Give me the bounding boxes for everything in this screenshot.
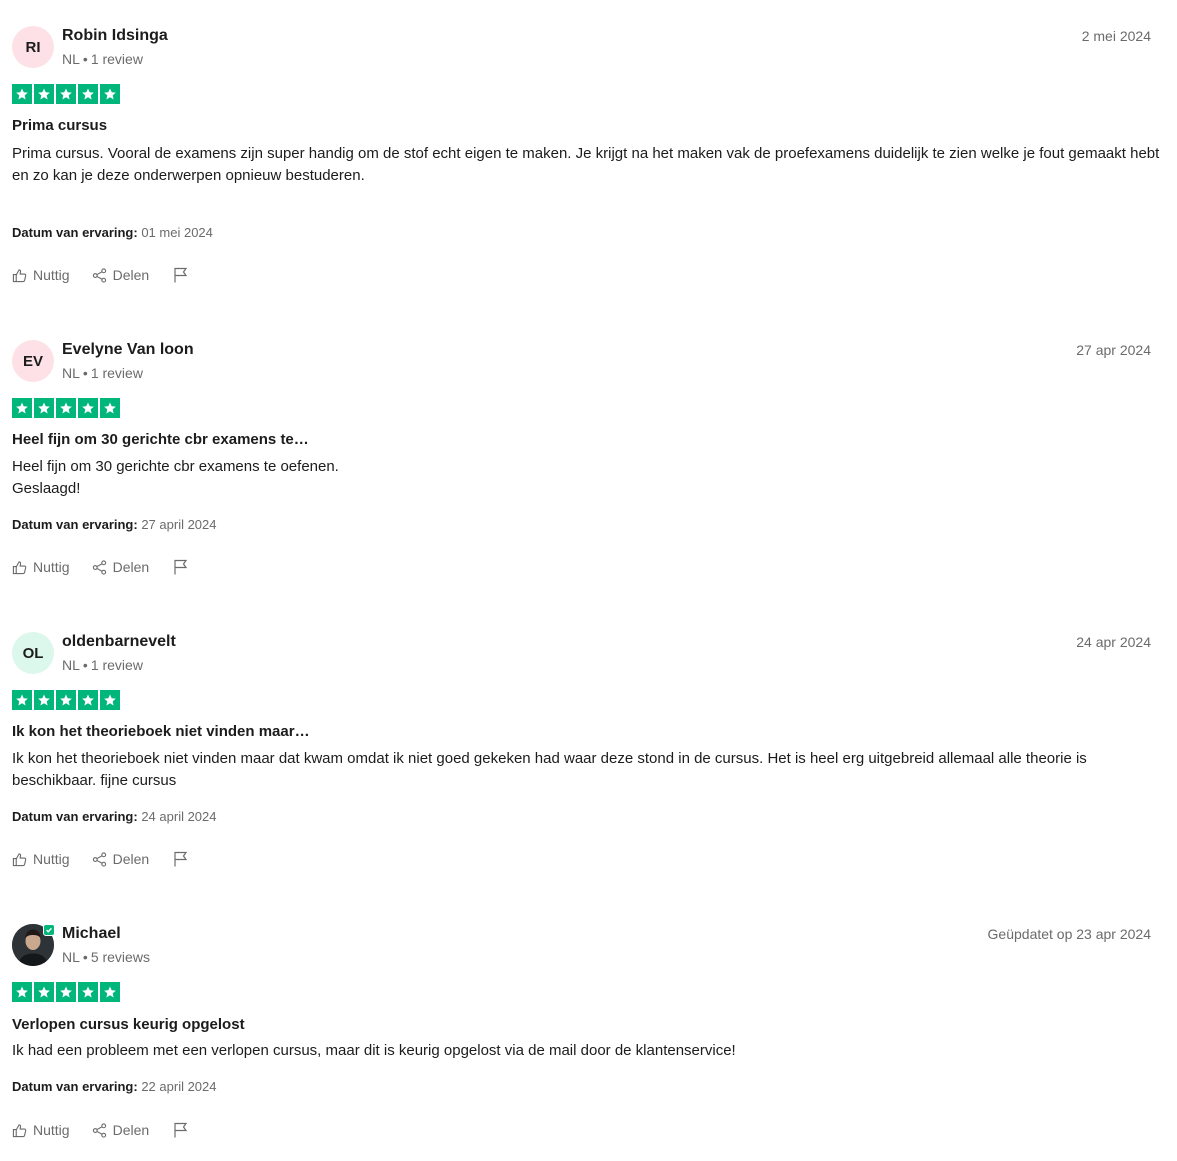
review-actions: Nuttig Delen <box>12 849 188 869</box>
helpful-button[interactable]: Nuttig <box>12 559 70 575</box>
share-button[interactable]: Delen <box>92 851 149 867</box>
report-flag-button[interactable] <box>173 1122 188 1138</box>
review-actions: Nuttig Delen <box>12 1120 188 1140</box>
review-date: 24 apr 2024 <box>1076 634 1151 650</box>
reviewer-meta: NL • 1 review <box>62 365 143 381</box>
star-icon <box>56 690 76 710</box>
star-icon <box>12 690 32 710</box>
star-icon <box>78 690 98 710</box>
star-icon <box>100 398 120 418</box>
star-rating <box>12 982 120 1002</box>
reviewer-name[interactable]: Robin Idsinga <box>62 27 168 45</box>
avatar[interactable]: RI <box>12 26 54 68</box>
review-title[interactable]: Verlopen cursus keurig opgelost <box>12 1016 245 1033</box>
review-body: Prima cursus. Vooral de examens zijn sup… <box>12 145 1160 184</box>
star-icon <box>34 982 54 1002</box>
star-icon <box>56 982 76 1002</box>
flag-icon <box>174 267 188 283</box>
thumbs-up-icon <box>12 268 27 282</box>
helpful-button[interactable]: Nuttig <box>12 267 70 283</box>
star-icon <box>100 690 120 710</box>
share-button[interactable]: Delen <box>92 559 149 575</box>
review-title[interactable]: Heel fijn om 30 gerichte cbr examens te… <box>12 431 309 448</box>
avatar[interactable]: EV <box>12 340 54 382</box>
star-icon <box>78 982 98 1002</box>
flag-icon <box>174 559 188 575</box>
helpful-button[interactable]: Nuttig <box>12 851 70 867</box>
experience-date: Datum van ervaring: 27 april 2024 <box>12 517 217 532</box>
flag-icon <box>174 1122 188 1138</box>
experience-date: Datum van ervaring: 22 april 2024 <box>12 1079 217 1094</box>
reviewer-meta: NL • 1 review <box>62 51 143 67</box>
star-icon <box>56 84 76 104</box>
verified-badge-icon <box>43 924 55 936</box>
star-icon <box>100 84 120 104</box>
experience-date: Datum van ervaring: 24 april 2024 <box>12 809 217 824</box>
helpful-button[interactable]: Nuttig <box>12 1122 70 1138</box>
star-icon <box>12 982 32 1002</box>
share-icon <box>92 559 106 575</box>
star-rating <box>12 398 120 418</box>
star-icon <box>34 84 54 104</box>
review-date: Geüpdatet op 23 apr 2024 <box>987 926 1151 942</box>
star-icon <box>56 398 76 418</box>
review-actions: Nuttig Delen <box>12 265 188 285</box>
reviewer-meta: NL • 1 review <box>62 657 143 673</box>
star-icon <box>12 84 32 104</box>
review-body: Ik kon het theorieboek niet vinden maar … <box>12 750 1087 789</box>
reviewer-name[interactable]: oldenbarnevelt <box>62 633 176 651</box>
share-button[interactable]: Delen <box>92 267 149 283</box>
share-icon <box>92 851 106 867</box>
star-icon <box>78 398 98 418</box>
report-flag-button[interactable] <box>173 851 188 867</box>
thumbs-up-icon <box>12 560 27 574</box>
star-icon <box>12 398 32 418</box>
star-icon <box>100 982 120 1002</box>
share-button[interactable]: Delen <box>92 1122 149 1138</box>
share-icon <box>92 1122 106 1138</box>
share-icon <box>92 267 106 283</box>
star-rating <box>12 84 120 104</box>
thumbs-up-icon <box>12 1123 27 1137</box>
star-icon <box>34 398 54 418</box>
review-body: Heel fijn om 30 gerichte cbr examens te … <box>12 458 339 497</box>
star-rating <box>12 690 120 710</box>
reviewer-name[interactable]: Evelyne Van loon <box>62 341 194 359</box>
report-flag-button[interactable] <box>173 267 188 283</box>
star-icon <box>34 690 54 710</box>
flag-icon <box>174 851 188 867</box>
reviewer-meta: NL • 5 reviews <box>62 949 150 965</box>
review-body: Ik had een probleem met een verlopen cur… <box>12 1042 736 1059</box>
review-actions: Nuttig Delen <box>12 557 188 577</box>
star-icon <box>78 84 98 104</box>
reviewer-name[interactable]: Michael <box>62 925 121 943</box>
review-date: 27 apr 2024 <box>1076 342 1151 358</box>
review-date: 2 mei 2024 <box>1081 28 1151 44</box>
avatar[interactable]: OL <box>12 632 54 674</box>
report-flag-button[interactable] <box>173 559 188 575</box>
experience-date: Datum van ervaring: 01 mei 2024 <box>12 225 213 240</box>
review-title[interactable]: Ik kon het theorieboek niet vinden maar… <box>12 723 310 740</box>
thumbs-up-icon <box>12 852 27 866</box>
review-title[interactable]: Prima cursus <box>12 117 107 134</box>
